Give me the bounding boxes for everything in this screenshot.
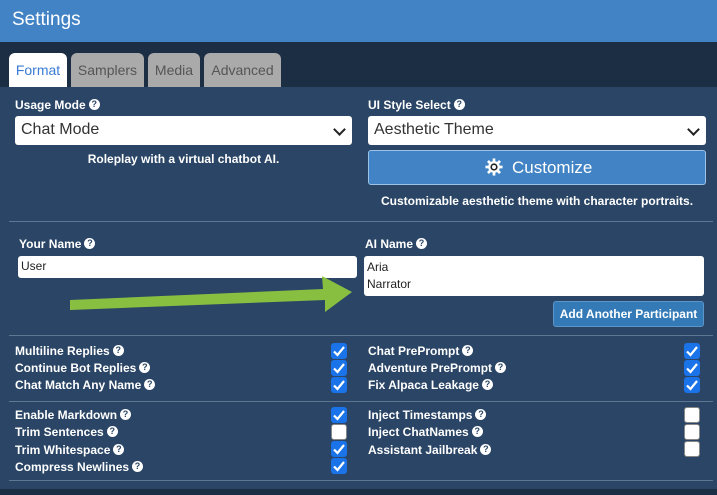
settings-window: Settings Format Samplers Media Advanced … <box>0 0 717 495</box>
annotation-arrow-icon <box>70 276 352 312</box>
